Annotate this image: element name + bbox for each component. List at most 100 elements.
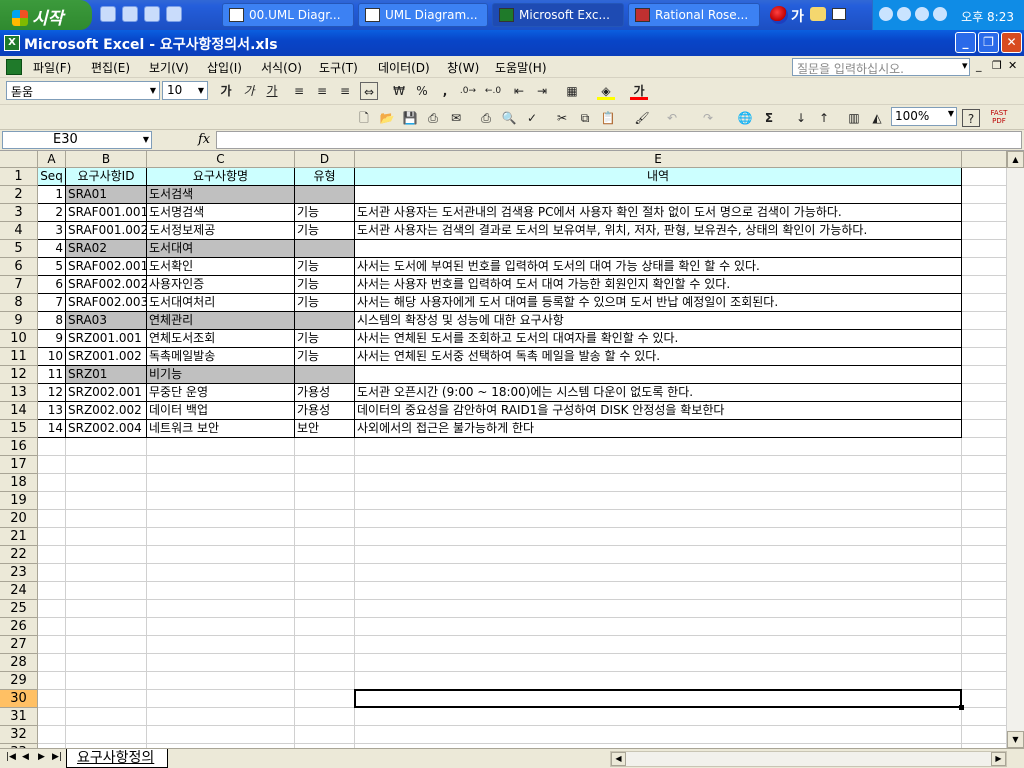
close-button[interactable]: ✕: [1001, 32, 1022, 53]
print-preview-icon[interactable]: 🔍: [500, 109, 518, 127]
seq-cell[interactable]: 13: [38, 402, 66, 420]
chart-wizard-icon[interactable]: ▥: [845, 109, 863, 127]
ime-tool-icon[interactable]: [810, 7, 826, 21]
grid-cell[interactable]: [295, 528, 355, 546]
grid-cell[interactable]: [355, 492, 962, 510]
seq-cell[interactable]: 7: [38, 294, 66, 312]
type-cell[interactable]: 기능: [295, 204, 355, 222]
grid-cell[interactable]: [295, 636, 355, 654]
name-cell[interactable]: 네트워크 보안: [147, 420, 295, 438]
decrease-decimal-icon[interactable]: ←.0: [484, 82, 502, 100]
grid-cell[interactable]: [355, 438, 962, 456]
grid-cell[interactable]: [38, 726, 66, 744]
grid-cell[interactable]: [38, 654, 66, 672]
grid-cell[interactable]: [38, 438, 66, 456]
menu-help[interactable]: 도움말(H): [495, 59, 547, 76]
menu-data[interactable]: 데이터(D): [378, 59, 430, 76]
new-icon[interactable]: 🗋: [355, 109, 373, 127]
grid-cell[interactable]: [962, 726, 1007, 744]
header-cell-id[interactable]: 요구사항ID: [66, 168, 147, 186]
hyperlink-icon[interactable]: 🌐: [736, 109, 754, 127]
tray-app-icon[interactable]: [915, 7, 929, 21]
grid-cell[interactable]: [962, 402, 1007, 420]
row-header-23[interactable]: 23: [0, 564, 38, 582]
grid-cell[interactable]: [962, 636, 1007, 654]
description-cell[interactable]: 사서는 연체된 도서중 선택하여 독촉 메일을 발송 할 수 있다.: [355, 348, 962, 366]
description-cell[interactable]: 사서는 도서에 부여된 번호를 입력하여 도서의 대여 가능 상태를 확인 할 …: [355, 258, 962, 276]
grid-cell[interactable]: [962, 330, 1007, 348]
folder-icon[interactable]: [166, 6, 182, 22]
column-header-c[interactable]: C: [147, 151, 295, 168]
row-header-20[interactable]: 20: [0, 510, 38, 528]
row-header-8[interactable]: 8: [0, 294, 38, 312]
seq-cell[interactable]: 12: [38, 384, 66, 402]
grid-cell[interactable]: [66, 618, 147, 636]
grid-cell[interactable]: [295, 726, 355, 744]
taskbar-button-uml-folder[interactable]: 00.UML Diagr...: [222, 3, 354, 27]
italic-button[interactable]: 가: [240, 82, 258, 100]
sheet-tab-requirements[interactable]: 요구사항정의: [66, 749, 168, 768]
row-header-19[interactable]: 19: [0, 492, 38, 510]
fast-pdf-icon[interactable]: FAST PDF: [990, 109, 1008, 127]
grid-cell[interactable]: [962, 528, 1007, 546]
grid-cell[interactable]: [962, 474, 1007, 492]
next-sheet-icon[interactable]: ▶: [38, 752, 45, 762]
id-cell[interactable]: SRAF002.003: [66, 294, 147, 312]
grid-cell[interactable]: [38, 618, 66, 636]
grid-cell[interactable]: [147, 456, 295, 474]
grid-cell[interactable]: [962, 672, 1007, 690]
ask-question-input[interactable]: 질문을 입력하십시오.: [792, 58, 970, 76]
restore-button[interactable]: ❐: [978, 32, 999, 53]
type-cell[interactable]: 기능: [295, 330, 355, 348]
grid-cell[interactable]: [962, 222, 1007, 240]
grid-cell[interactable]: [962, 582, 1007, 600]
seq-cell[interactable]: 10: [38, 348, 66, 366]
copy-icon[interactable]: ⧉: [576, 109, 594, 127]
description-cell[interactable]: 도서관 사용자는 도서관내의 검색용 PC에서 사용자 확인 절차 없이 도서 …: [355, 204, 962, 222]
grid-cell[interactable]: [147, 618, 295, 636]
id-cell[interactable]: SRZ001.001: [66, 330, 147, 348]
email-icon[interactable]: ✉: [447, 109, 465, 127]
description-cell[interactable]: 사외에서의 접근은 불가능하게 한다: [355, 420, 962, 438]
grid-cell[interactable]: [38, 690, 66, 708]
grid-cell[interactable]: [355, 708, 962, 726]
seq-cell[interactable]: 4: [38, 240, 66, 258]
id-cell[interactable]: SRA02: [66, 240, 147, 258]
seq-cell[interactable]: 1: [38, 186, 66, 204]
grid-cell[interactable]: [295, 618, 355, 636]
grid-cell[interactable]: [962, 294, 1007, 312]
grid-cell[interactable]: [962, 258, 1007, 276]
autosum-button[interactable]: Σ: [760, 109, 778, 127]
row-header-10[interactable]: 10: [0, 330, 38, 348]
save-icon[interactable]: 💾: [401, 109, 419, 127]
type-cell[interactable]: 기능: [295, 222, 355, 240]
grid-cell[interactable]: [38, 528, 66, 546]
seq-cell[interactable]: 14: [38, 420, 66, 438]
menu-insert[interactable]: 삽입(I): [207, 59, 242, 76]
header-cell-name[interactable]: 요구사항명: [147, 168, 295, 186]
font-color-icon[interactable]: 가: [630, 82, 648, 100]
worksheet-grid[interactable]: A B C D E 1 2 3 4 5 6 7 8 9 10 11 12 13 14 15 16 17 18 19 20 21 22…: [0, 151, 1007, 748]
network-icon[interactable]: [897, 7, 911, 21]
row-header-5[interactable]: 5: [0, 240, 38, 258]
grid-cell[interactable]: [295, 672, 355, 690]
grid-cell[interactable]: [38, 546, 66, 564]
comma-button[interactable]: ,: [436, 82, 454, 100]
row-header-7[interactable]: 7: [0, 276, 38, 294]
grid-cell[interactable]: [147, 510, 295, 528]
name-cell[interactable]: 비기능: [147, 366, 295, 384]
grid-cell[interactable]: [66, 636, 147, 654]
grid-cell[interactable]: [355, 582, 962, 600]
spelling-icon[interactable]: ✓: [523, 109, 541, 127]
grid-cell[interactable]: [147, 708, 295, 726]
grid-cell[interactable]: [147, 690, 295, 708]
description-cell[interactable]: 사서는 해당 사용자에게 도서 대여를 등록할 수 있으며 도서 반납 예정일이…: [355, 294, 962, 312]
align-left-icon[interactable]: ≡: [290, 82, 308, 100]
align-center-icon[interactable]: ≡: [313, 82, 331, 100]
grid-cell[interactable]: [962, 618, 1007, 636]
decrease-indent-icon[interactable]: ⇤: [510, 82, 528, 100]
grid-cell[interactable]: [38, 456, 66, 474]
help-icon[interactable]: ?: [962, 109, 980, 127]
id-cell[interactable]: SRAF001.001: [66, 204, 147, 222]
taskbar-button-rational-rose[interactable]: Rational Rose...: [628, 3, 760, 27]
